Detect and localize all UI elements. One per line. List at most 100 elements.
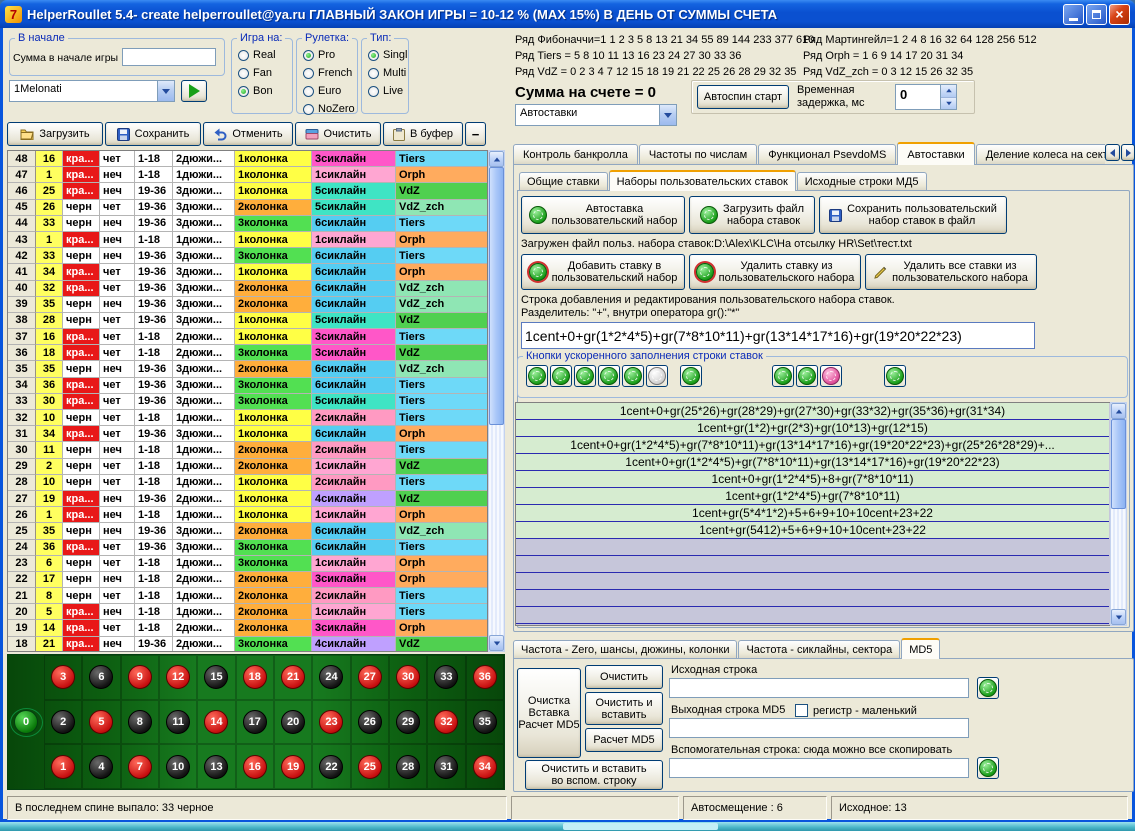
bet-string-row[interactable]: 1cent+gr(5*4*1*2)+5+6+9+10+10cent+23+22 [516, 505, 1109, 522]
bet-string-row[interactable] [516, 539, 1109, 556]
history-row[interactable]: 4625кра...неч19-363дюжи...1колонка5сикла… [8, 183, 487, 199]
start-sum-input[interactable] [122, 48, 216, 66]
scrollbar-thumb[interactable] [489, 167, 504, 425]
remove-bet-button[interactable]: Удалить ставку изпользовательского набор… [689, 254, 861, 290]
tab-functional-psevdoms[interactable]: Функционал PsevdoMS [758, 144, 896, 165]
board-cell-14[interactable]: 14 [197, 700, 235, 745]
load-bet-set-file-button[interactable]: Загрузить файлнабора ставок [689, 196, 815, 234]
board-cell-4[interactable]: 4 [82, 744, 120, 789]
quick-chip-button-7[interactable] [680, 365, 702, 387]
history-scrollbar[interactable] [488, 150, 505, 652]
bet-string-row[interactable]: 1cent+0+gr(1*2*4*5)+gr(7*8*10*11)+gr(13*… [516, 437, 1109, 454]
history-row[interactable]: 3330кра...чет19-363дюжи...3колонка5сикла… [8, 394, 487, 410]
tab-md5[interactable]: MD5 [901, 638, 940, 659]
history-row[interactable]: 4433черннеч19-363дюжи...3колонка6сиклайн… [8, 216, 487, 232]
tab-number-frequencies[interactable]: Частоты по числам [639, 144, 757, 165]
subtab-md5-source-strings[interactable]: Исходные строки МД5 [797, 172, 927, 191]
radio-wheel-nozero[interactable]: NoZero [303, 101, 357, 117]
board-cell-5[interactable]: 5 [82, 700, 120, 745]
board-cell-6[interactable]: 6 [82, 655, 120, 700]
board-cell-22[interactable]: 22 [312, 744, 350, 789]
radio-game-bon[interactable]: Bon [238, 83, 292, 99]
history-row[interactable]: 4233черннеч19-363дюжи...3колонка6сиклайн… [8, 248, 487, 264]
subtab-general-bets[interactable]: Общие ставки [519, 172, 608, 191]
board-cell-15[interactable]: 15 [197, 655, 235, 700]
board-cell-31[interactable]: 31 [427, 744, 465, 789]
history-row[interactable]: 205кра...неч1-181дюжи...2колонка1сиклайн… [8, 604, 487, 620]
history-row[interactable]: 3535черннеч19-363дюжи...2колонка6сиклайн… [8, 361, 487, 377]
tab-scroll-left-button[interactable] [1105, 144, 1120, 161]
quick-chip-button-2[interactable] [550, 365, 572, 387]
buffer-button[interactable]: В буфер [383, 122, 463, 146]
autospin-start-button[interactable]: Автоспин старт [697, 85, 789, 109]
history-row[interactable]: 2719кра...неч19-362дюжи...1колонка4сикла… [8, 491, 487, 507]
radio-type-live[interactable]: Live [368, 83, 408, 99]
title-bar[interactable]: 7 HelperRoullet 5.4- create helperroulle… [0, 0, 1135, 28]
board-cell-28[interactable]: 28 [389, 744, 427, 789]
board-cell-13[interactable]: 13 [197, 744, 235, 789]
bet-string-row[interactable] [516, 573, 1109, 590]
board-cell-36[interactable]: 36 [466, 655, 504, 700]
board-cell-19[interactable]: 19 [274, 744, 312, 789]
board-cell-17[interactable]: 17 [236, 700, 274, 745]
board-cell-16[interactable]: 16 [236, 744, 274, 789]
undo-button[interactable]: Отменить [203, 122, 293, 146]
tab-wheel-sectors[interactable]: Деление колеса на сектора [976, 144, 1105, 165]
history-row[interactable]: 218чернчет1-181дюжи...2колонка2сиклайнTi… [8, 588, 487, 604]
load-button[interactable]: Загрузить [7, 122, 103, 146]
register-checkbox[interactable] [795, 704, 808, 717]
bet-string-row[interactable]: 1cent+gr(1*2*4*5)+gr(7*8*10*11) [516, 488, 1109, 505]
bet-string-row[interactable] [516, 607, 1109, 624]
history-row[interactable]: 3716кра...чет1-182дюжи...1колонка3сиклай… [8, 329, 487, 345]
collapse-button[interactable]: − [465, 122, 486, 146]
autobet-mode-combobox[interactable]: Автоставки [515, 104, 677, 126]
scrollbar-track[interactable] [489, 167, 504, 635]
scroll-down-button[interactable] [489, 635, 504, 651]
board-cell-10[interactable]: 10 [159, 744, 197, 789]
board-cell-9[interactable]: 9 [121, 655, 159, 700]
md5-source-input[interactable] [669, 678, 969, 698]
history-row[interactable]: 3828чернчет19-363дюжи...1колонка5сиклайн… [8, 313, 487, 329]
autobet-user-set-button[interactable]: Автоставкапользовательский набор [521, 196, 685, 234]
tab-bankroll-control[interactable]: Контроль банкролла [513, 144, 638, 165]
bet-string-row[interactable] [516, 556, 1109, 573]
bet-string-input[interactable] [521, 322, 1035, 349]
board-cell-20[interactable]: 20 [274, 700, 312, 745]
radio-game-real[interactable]: Real [238, 47, 292, 63]
clear-button[interactable]: Очистить [295, 122, 381, 146]
history-row[interactable]: 261кра...неч1-181дюжи...1колонка1сиклайн… [8, 507, 487, 523]
tab-freq-siklain-sectors[interactable]: Частота - сиклайны, сектора [738, 640, 900, 659]
run-preset-button[interactable] [181, 80, 207, 102]
board-cell-21[interactable]: 21 [274, 655, 312, 700]
history-row[interactable]: 4816кра...чет1-182дюжи...1колонка3сиклай… [8, 151, 487, 167]
quick-chip-button-6[interactable] [646, 365, 668, 387]
bet-string-row[interactable]: 1cent+0+gr(1*2*4*5)+gr(7*8*10*11)+gr(13*… [516, 454, 1109, 471]
board-cell-32[interactable]: 32 [427, 700, 465, 745]
board-cell-2[interactable]: 2 [44, 700, 82, 745]
board-cell-3[interactable]: 3 [44, 655, 82, 700]
remove-all-bets-button[interactable]: Удалить все ставки изпользовательского н… [865, 254, 1037, 290]
maximize-button[interactable] [1086, 4, 1107, 25]
history-row[interactable]: 471кра...неч1-181дюжи...1колонка1сиклайн… [8, 167, 487, 183]
bet-string-row[interactable]: 1cent+gr(1*2)+gr(2*3)+gr(10*13)+gr(12*15… [516, 420, 1109, 437]
delay-spinner[interactable]: 0 [895, 84, 957, 110]
aux-copy-chip-button[interactable] [977, 757, 999, 779]
radio-type-multi[interactable]: Multi [368, 65, 408, 81]
history-row[interactable]: 292чернчет1-181дюжи...2колонка1сиклайнVd… [8, 459, 487, 475]
board-cell-26[interactable]: 26 [351, 700, 389, 745]
quick-chip-button-10[interactable] [820, 365, 842, 387]
history-row[interactable]: 2436кра...чет19-363дюжи...3колонка6сикла… [8, 540, 487, 556]
md5-clear-button[interactable]: Очистить [585, 665, 663, 689]
md5-output-input[interactable] [669, 718, 969, 738]
md5-combo-button[interactable]: Очистка Вставка Расчет MD5 [517, 668, 581, 758]
board-cell-35[interactable]: 35 [466, 700, 504, 745]
board-cell-33[interactable]: 33 [427, 655, 465, 700]
board-cell-25[interactable]: 25 [351, 744, 389, 789]
minimize-button[interactable] [1063, 4, 1084, 25]
save-bet-set-file-button[interactable]: Сохранить пользовательскийнабор ставок в… [819, 196, 1007, 234]
board-cell-23[interactable]: 23 [312, 700, 350, 745]
history-row[interactable]: 2810чернчет1-181дюжи...1колонка2сиклайнT… [8, 475, 487, 491]
radio-game-fan[interactable]: Fan [238, 65, 292, 81]
quick-chip-button-11[interactable] [884, 365, 906, 387]
tab-freq-zero-chances-dozens[interactable]: Частота - Zero, шансы, дюжины, колонки [513, 640, 737, 659]
